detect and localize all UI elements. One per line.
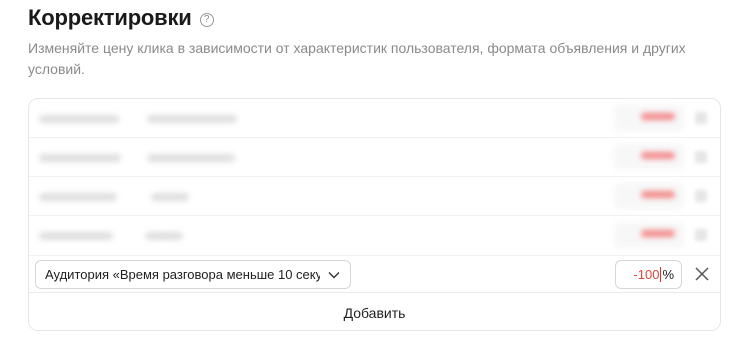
percent-suffix: % [662, 267, 674, 282]
close-icon[interactable] [693, 265, 711, 283]
title-row: Корректировки ? [28, 5, 214, 31]
blurred-adjustment-row [29, 138, 720, 177]
percent-input[interactable]: -100% [615, 260, 682, 289]
page-description: Изменяйте цену клика в зависимости от ха… [28, 40, 686, 77]
percent-value: -100 [633, 267, 660, 282]
add-button[interactable]: Добавить [29, 293, 720, 330]
active-adjustment-row: Аудитория «Время разговора меньше 10 сек… [29, 256, 720, 293]
page-title: Корректировки [28, 5, 192, 30]
blurred-adjustment-row [29, 99, 720, 138]
blurred-adjustment-row [29, 216, 720, 256]
adjustments-card: Аудитория «Время разговора меньше 10 сек… [28, 98, 721, 331]
question-circle-icon[interactable]: ? [199, 12, 214, 27]
blurred-adjustment-row [29, 177, 720, 216]
chevron-down-icon [326, 267, 342, 283]
text-caret [660, 267, 662, 282]
audience-select-value: Аудитория «Время разговора меньше 10 сек… [45, 267, 320, 282]
audience-select[interactable]: Аудитория «Время разговора меньше 10 сек… [35, 260, 351, 289]
